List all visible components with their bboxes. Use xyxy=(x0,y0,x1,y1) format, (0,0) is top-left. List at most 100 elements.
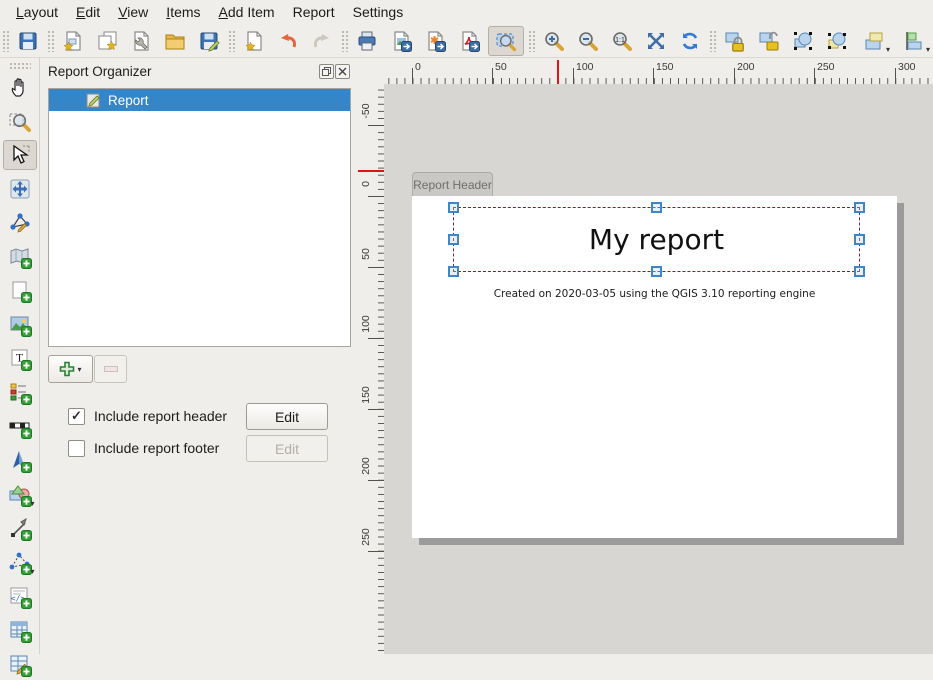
add-attribute-table-button[interactable] xyxy=(3,616,37,646)
pan-tool-button[interactable] xyxy=(3,72,37,102)
main-toolbar: 1:1 ▾ ▾ ▾ xyxy=(0,24,933,58)
new-page-button[interactable] xyxy=(239,26,269,56)
toolbar-drag-handle[interactable] xyxy=(9,62,31,69)
report-page[interactable]: My report Created on 2020-03-05 using th… xyxy=(412,196,897,538)
open-layout-button[interactable] xyxy=(160,26,190,56)
add-label-button[interactable]: T xyxy=(3,344,37,374)
add-scalebar-button[interactable] xyxy=(3,412,37,442)
deselect-all-button[interactable] xyxy=(822,26,852,56)
new-layout-button[interactable] xyxy=(58,26,88,56)
h-ruler-label: 100 xyxy=(576,61,594,73)
unlock-items-button[interactable] xyxy=(754,26,784,56)
dropdown-caret-icon: ▾ xyxy=(30,500,34,508)
toolbar-drag-handle[interactable] xyxy=(341,30,348,52)
report-subtitle-label[interactable]: Created on 2020-03-05 using the QGIS 3.1… xyxy=(412,288,897,300)
svg-text:1:1: 1:1 xyxy=(615,37,625,44)
dropdown-caret-icon: ▾ xyxy=(77,365,81,374)
add-fixed-table-button[interactable] xyxy=(3,650,37,680)
h-ruler-label: 0 xyxy=(415,61,421,73)
add-3d-map-icon xyxy=(8,279,32,303)
select-all-button[interactable] xyxy=(788,26,818,56)
redo-button[interactable] xyxy=(307,26,337,56)
report-header-tab: Report Header xyxy=(412,172,493,196)
h-ruler-label: 250 xyxy=(817,61,835,73)
refresh-icon xyxy=(679,30,701,52)
print-button[interactable] xyxy=(352,26,382,56)
include-report-footer-checkbox[interactable] xyxy=(68,440,85,457)
report-tree[interactable]: Report xyxy=(48,88,351,347)
move-item-content-tool-button[interactable] xyxy=(3,174,37,204)
edit-header-button[interactable]: Edit xyxy=(246,403,328,430)
v-ruler-label: 100 xyxy=(360,309,372,339)
menu-settings[interactable]: Settings xyxy=(345,2,412,22)
add-section-button[interactable]: ▾ xyxy=(48,355,93,383)
save-as-button[interactable] xyxy=(194,26,224,56)
include-report-header-row: ✓ Include report header xyxy=(68,404,227,428)
add-north-arrow-button[interactable] xyxy=(3,446,37,476)
add-node-item-button[interactable]: ▾ xyxy=(3,548,37,578)
dropdown-caret-icon: ▾ xyxy=(926,46,930,54)
zoom-to-extent-button[interactable] xyxy=(641,26,671,56)
zoom-tool-button[interactable] xyxy=(3,106,37,136)
add-picture-button[interactable] xyxy=(3,310,37,340)
redo-icon xyxy=(311,30,333,52)
add-arrow-icon xyxy=(8,517,32,541)
report-organizer-panel: Report Organizer Report ▾ ✓ Include repo… xyxy=(40,58,358,654)
save-button[interactable] xyxy=(13,26,43,56)
add-legend-button[interactable] xyxy=(3,378,37,408)
horizontal-ruler[interactable]: 0 50 100 150 200 250 300 xyxy=(384,58,933,84)
zoom-out-button[interactable] xyxy=(573,26,603,56)
new-page-icon xyxy=(243,30,265,52)
zoom-actual-button[interactable]: 1:1 xyxy=(607,26,637,56)
add-html-button[interactable]: </> xyxy=(3,582,37,612)
export-svg-button[interactable] xyxy=(420,26,450,56)
edit-footer-button[interactable]: Edit xyxy=(246,435,328,462)
add-map-icon xyxy=(8,245,32,269)
export-pdf-button[interactable] xyxy=(454,26,484,56)
vertical-ruler[interactable]: -50 0 50 100 150 200 250 xyxy=(358,84,384,654)
include-report-header-checkbox[interactable]: ✓ xyxy=(68,408,85,425)
undo-button[interactable] xyxy=(273,26,303,56)
remove-section-button[interactable] xyxy=(94,355,127,383)
save-icon xyxy=(17,30,39,52)
toolbar-drag-handle[interactable] xyxy=(709,30,716,52)
add-arrow-button[interactable] xyxy=(3,514,37,544)
toolbar-drag-handle[interactable] xyxy=(47,30,54,52)
menu-add-item[interactable]: Add Item xyxy=(211,2,283,22)
panel-float-button[interactable] xyxy=(319,64,334,79)
selected-label-item[interactable]: My report xyxy=(453,207,860,272)
toolbar-drag-handle[interactable] xyxy=(528,30,535,52)
report-tree-item[interactable]: Report xyxy=(49,89,350,111)
duplicate-layout-button[interactable] xyxy=(92,26,122,56)
zoom-to-extent-icon xyxy=(645,30,667,52)
toolbar-drag-handle[interactable] xyxy=(228,30,235,52)
lock-items-button[interactable] xyxy=(720,26,750,56)
add-map-button[interactable] xyxy=(3,242,37,272)
select-move-item-tool-button[interactable] xyxy=(3,140,37,170)
edit-nodes-tool-button[interactable] xyxy=(3,208,37,238)
dropdown-caret-icon: ▾ xyxy=(30,568,34,576)
menu-layout[interactable]: Layout xyxy=(8,2,66,22)
refresh-button[interactable] xyxy=(675,26,705,56)
menu-edit[interactable]: Edit xyxy=(68,2,108,22)
raise-items-button[interactable]: ▾ xyxy=(856,26,892,56)
edit-nodes-icon xyxy=(8,211,32,235)
menu-items[interactable]: Items xyxy=(158,2,208,22)
add-3d-map-button[interactable] xyxy=(3,276,37,306)
menu-report[interactable]: Report xyxy=(285,2,343,22)
toolbar-drag-handle[interactable] xyxy=(2,30,9,52)
align-items-button[interactable]: ▾ xyxy=(896,26,932,56)
zoom-actual-icon: 1:1 xyxy=(611,30,633,52)
export-image-button[interactable] xyxy=(386,26,416,56)
export-image-icon xyxy=(390,30,412,52)
layout-viewport[interactable]: Report Header My report Created on 2020-… xyxy=(384,84,933,654)
v-ruler-label: -50 xyxy=(360,96,372,126)
panel-close-button[interactable] xyxy=(335,64,350,79)
zoom-full-button[interactable] xyxy=(488,26,524,56)
add-picture-icon xyxy=(8,313,32,337)
menu-view[interactable]: View xyxy=(110,2,156,22)
zoom-in-button[interactable] xyxy=(539,26,569,56)
add-shape-button[interactable]: ▾ xyxy=(3,480,37,510)
report-title-label[interactable]: My report xyxy=(454,208,859,271)
layout-manager-button[interactable] xyxy=(126,26,156,56)
